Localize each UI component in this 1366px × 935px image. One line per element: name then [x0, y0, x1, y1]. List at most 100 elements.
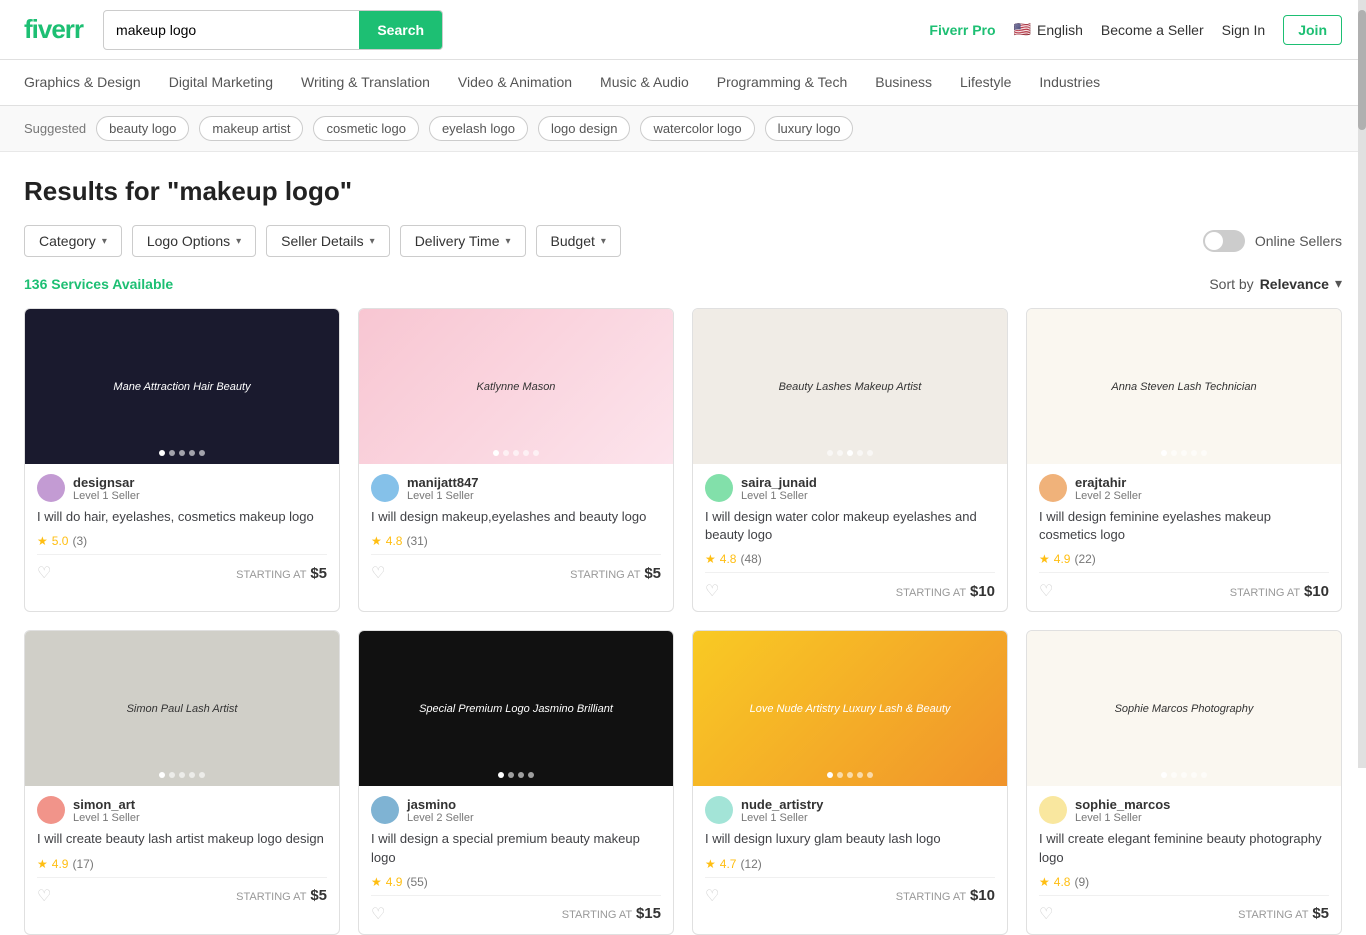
carousel-dot[interactable]: [169, 772, 175, 778]
favorite-button[interactable]: ♡: [371, 904, 385, 924]
favorite-button[interactable]: ♡: [37, 563, 51, 583]
carousel-dot[interactable]: [1171, 772, 1177, 778]
carousel-dot[interactable]: [1161, 772, 1167, 778]
favorite-button[interactable]: ♡: [705, 581, 719, 601]
sort-by[interactable]: Sort by Relevance ▾: [1209, 275, 1342, 292]
nav-item-digital-marketing[interactable]: Digital Marketing: [169, 62, 273, 104]
carousel-dot[interactable]: [493, 450, 499, 456]
carousel-dot[interactable]: [199, 772, 205, 778]
carousel-dot[interactable]: [199, 450, 205, 456]
carousel-dot[interactable]: [498, 772, 504, 778]
carousel-dot[interactable]: [1201, 772, 1207, 778]
search-input[interactable]: [104, 14, 359, 46]
favorite-button[interactable]: ♡: [371, 563, 385, 583]
starting-at-label: STARTING AT: [236, 891, 306, 903]
service-card[interactable]: Mane Attraction Hair Beauty designsar Le…: [24, 308, 340, 612]
carousel-dot[interactable]: [508, 772, 514, 778]
seller-info: simon_art Level 1 Seller: [37, 796, 327, 824]
service-card[interactable]: Special Premium Logo Jasmino Brilliant j…: [358, 630, 674, 934]
carousel-dot[interactable]: [1181, 450, 1187, 456]
scrollbar[interactable]: [1358, 0, 1366, 768]
rating-value: 4.7: [720, 857, 737, 871]
suggested-tag[interactable]: makeup artist: [199, 116, 303, 141]
favorite-button[interactable]: ♡: [1039, 904, 1053, 924]
rating-value: 4.9: [1054, 552, 1071, 566]
carousel-dot[interactable]: [827, 450, 833, 456]
carousel-dot[interactable]: [523, 450, 529, 456]
review-count: (9): [1074, 875, 1089, 889]
carousel-dot[interactable]: [827, 772, 833, 778]
nav-item-writing---translation[interactable]: Writing & Translation: [301, 62, 430, 104]
carousel-dot[interactable]: [837, 772, 843, 778]
suggested-tag[interactable]: watercolor logo: [640, 116, 754, 141]
carousel-dot[interactable]: [1171, 450, 1177, 456]
nav-item-video---animation[interactable]: Video & Animation: [458, 62, 572, 104]
carousel-dot[interactable]: [179, 450, 185, 456]
service-card[interactable]: Katlynne Mason manijatt847 Level 1 Selle…: [358, 308, 674, 612]
nav-item-lifestyle[interactable]: Lifestyle: [960, 62, 1011, 104]
scrollbar-thumb[interactable]: [1358, 10, 1366, 130]
carousel-dot[interactable]: [857, 450, 863, 456]
carousel-dot[interactable]: [518, 772, 524, 778]
carousel-dot[interactable]: [169, 450, 175, 456]
sign-in-link[interactable]: Sign In: [1222, 22, 1266, 38]
carousel-dot[interactable]: [1191, 450, 1197, 456]
carousel-dot[interactable]: [159, 772, 165, 778]
price-value: $15: [636, 905, 661, 922]
seller-details: designsar Level 1 Seller: [73, 475, 140, 502]
suggested-tag[interactable]: logo design: [538, 116, 631, 141]
favorite-button[interactable]: ♡: [1039, 581, 1053, 601]
carousel-dot[interactable]: [1161, 450, 1167, 456]
become-seller-link[interactable]: Become a Seller: [1101, 22, 1204, 38]
carousel-dot[interactable]: [533, 450, 539, 456]
language-selector[interactable]: 🇺🇸 English: [1014, 21, 1083, 38]
favorite-button[interactable]: ♡: [37, 886, 51, 906]
suggested-tag[interactable]: luxury logo: [765, 116, 854, 141]
carousel-dot[interactable]: [857, 772, 863, 778]
service-card[interactable]: Sophie Marcos Photography sophie_marcos …: [1026, 630, 1342, 934]
nav-item-programming---tech[interactable]: Programming & Tech: [717, 62, 847, 104]
carousel-dot[interactable]: [1181, 772, 1187, 778]
nav-item-industries[interactable]: Industries: [1039, 62, 1100, 104]
join-button[interactable]: Join: [1283, 15, 1342, 45]
budget-filter[interactable]: Budget ▾: [536, 225, 621, 257]
seller-name: saira_junaid: [741, 475, 817, 490]
star-icon: ★: [705, 552, 716, 566]
service-card[interactable]: Beauty Lashes Makeup Artist saira_junaid…: [692, 308, 1008, 612]
search-button[interactable]: Search: [359, 11, 442, 49]
online-sellers-switch[interactable]: [1203, 230, 1245, 252]
nav-item-graphics---design[interactable]: Graphics & Design: [24, 62, 141, 104]
nav-item-music---audio[interactable]: Music & Audio: [600, 62, 689, 104]
carousel-dot[interactable]: [513, 450, 519, 456]
carousel-dot[interactable]: [1201, 450, 1207, 456]
service-card[interactable]: Love Nude Artistry Luxury Lash & Beauty …: [692, 630, 1008, 934]
rating-value: 4.9: [386, 875, 403, 889]
carousel-dot[interactable]: [179, 772, 185, 778]
delivery-time-filter[interactable]: Delivery Time ▾: [400, 225, 526, 257]
carousel-dot[interactable]: [837, 450, 843, 456]
carousel-dot[interactable]: [189, 450, 195, 456]
logo-options-filter[interactable]: Logo Options ▾: [132, 225, 256, 257]
fiverr-pro-link[interactable]: Fiverr Pro: [929, 22, 995, 38]
carousel-dot[interactable]: [867, 772, 873, 778]
carousel-dot[interactable]: [847, 772, 853, 778]
carousel-dot[interactable]: [503, 450, 509, 456]
carousel-dot[interactable]: [1191, 772, 1197, 778]
seller-level: Level 1 Seller: [1075, 812, 1170, 824]
nav-item-business[interactable]: Business: [875, 62, 932, 104]
suggested-tag[interactable]: beauty logo: [96, 116, 189, 141]
service-card[interactable]: Anna Steven Lash Technician erajtahir Le…: [1026, 308, 1342, 612]
carousel-dot[interactable]: [847, 450, 853, 456]
favorite-button[interactable]: ♡: [705, 886, 719, 906]
carousel-dot[interactable]: [528, 772, 534, 778]
suggested-tag[interactable]: cosmetic logo: [313, 116, 418, 141]
carousel-dot[interactable]: [189, 772, 195, 778]
card-footer: ♡ STARTING AT $5: [1039, 895, 1329, 924]
carousel-dot[interactable]: [159, 450, 165, 456]
category-filter[interactable]: Category ▾: [24, 225, 122, 257]
review-count: (31): [406, 534, 427, 548]
seller-details-filter[interactable]: Seller Details ▾: [266, 225, 390, 257]
service-card[interactable]: Simon Paul Lash Artist simon_art Level 1…: [24, 630, 340, 934]
suggested-tag[interactable]: eyelash logo: [429, 116, 528, 141]
carousel-dot[interactable]: [867, 450, 873, 456]
